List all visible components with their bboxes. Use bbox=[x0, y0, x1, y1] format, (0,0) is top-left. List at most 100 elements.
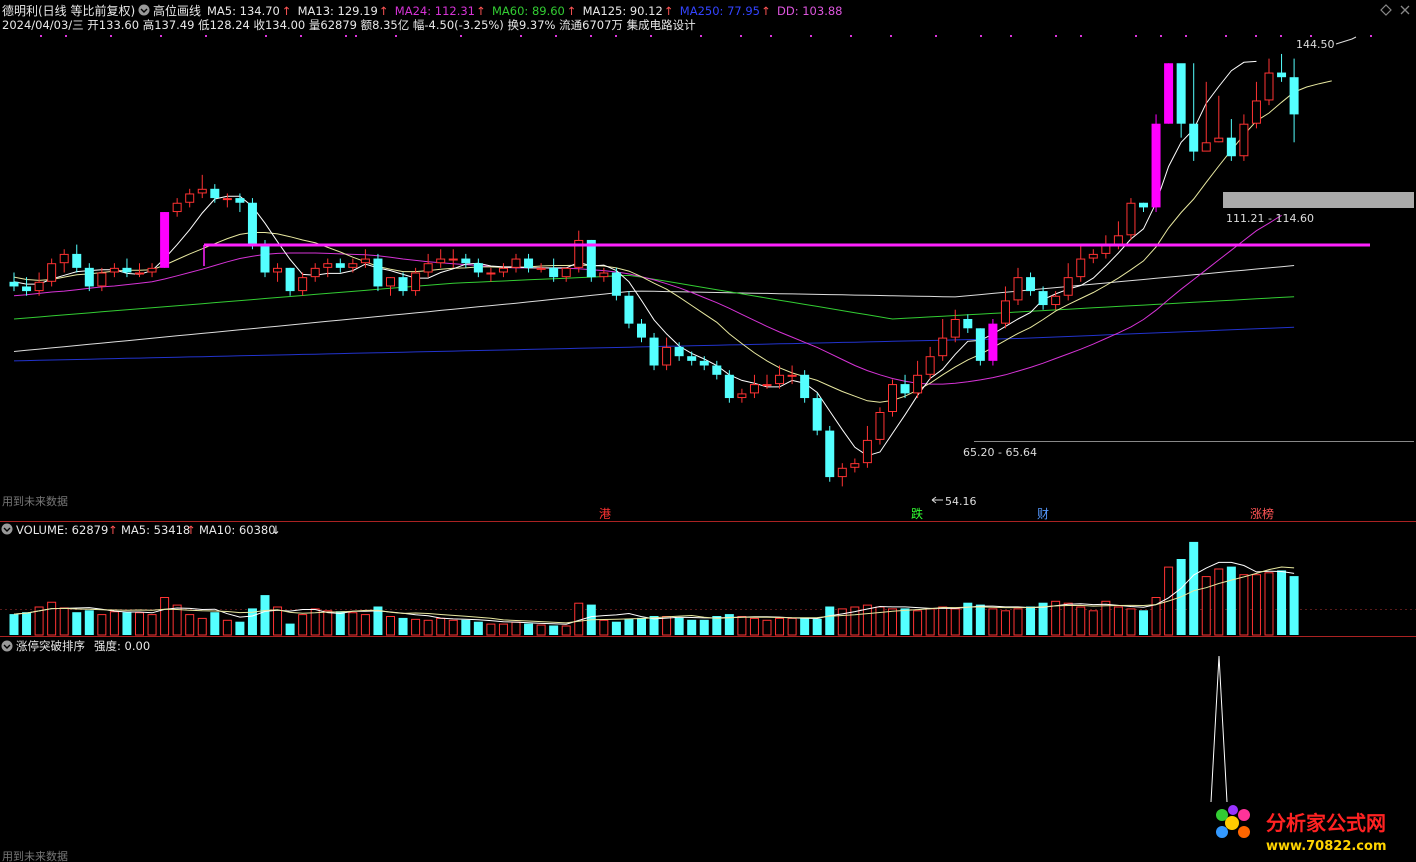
volume-bar bbox=[825, 606, 835, 635]
candle-body bbox=[1214, 137, 1224, 143]
candle-body bbox=[1151, 123, 1161, 208]
candle-body bbox=[160, 212, 170, 268]
volume-bar bbox=[1076, 606, 1086, 636]
candle-body bbox=[172, 202, 182, 213]
candle-body bbox=[109, 267, 119, 273]
candle-body bbox=[1063, 277, 1073, 296]
volume-chevron-icon[interactable] bbox=[1, 523, 13, 535]
candle-body bbox=[963, 319, 973, 329]
volume-bar bbox=[1264, 572, 1274, 636]
candle-body bbox=[1264, 72, 1274, 101]
volume-bar bbox=[323, 610, 333, 636]
volume-bar bbox=[109, 611, 119, 636]
ma-legend: MA5: 134.70 ↑ MA13: 129.19 ↑ MA24: 112.31 ↑ MA… bbox=[207, 4, 842, 18]
candle-body bbox=[147, 267, 157, 273]
volume-bar bbox=[84, 610, 94, 635]
indicator-chevron-icon[interactable] bbox=[1, 640, 13, 652]
formula-name: 高位画线 bbox=[153, 3, 201, 18]
signal-dot bbox=[1225, 35, 1227, 37]
candle-body bbox=[1051, 295, 1061, 306]
candle-body bbox=[1088, 253, 1098, 259]
candle-body bbox=[762, 384, 772, 387]
volume-bar bbox=[1013, 608, 1023, 636]
candle-body bbox=[247, 202, 257, 245]
volume-bar bbox=[875, 606, 885, 636]
volume-bar bbox=[1113, 606, 1123, 636]
ma-legend-item: MA5: 134.70 bbox=[207, 4, 280, 18]
volume-bar bbox=[888, 608, 897, 636]
candle-body bbox=[637, 323, 646, 338]
signal-dot bbox=[980, 35, 982, 37]
candle-body bbox=[1113, 235, 1123, 245]
candle-body bbox=[800, 374, 810, 399]
volume-bar bbox=[335, 611, 345, 635]
signal-dot bbox=[890, 35, 892, 37]
volume-bar bbox=[1063, 602, 1073, 636]
volume-bar bbox=[260, 595, 270, 635]
stock-title: 德明利(日线 等比前复权) bbox=[2, 3, 135, 18]
candle-body bbox=[411, 272, 421, 292]
candle-body bbox=[84, 267, 94, 287]
volume-bar bbox=[662, 616, 672, 636]
volume-bar bbox=[561, 625, 571, 636]
candle-body bbox=[210, 188, 220, 199]
volume-bar bbox=[273, 606, 283, 636]
candle-body bbox=[561, 267, 571, 278]
volume-bar bbox=[699, 619, 709, 635]
tag-gainers[interactable]: 涨榜 bbox=[1250, 506, 1274, 521]
signal-dot bbox=[1255, 35, 1257, 37]
candle-body bbox=[398, 277, 408, 292]
candle-body bbox=[386, 277, 395, 287]
signal-dot bbox=[1280, 35, 1282, 37]
volume-bar bbox=[498, 623, 508, 636]
candle-body bbox=[1038, 291, 1048, 306]
candle-body bbox=[72, 253, 82, 268]
candle-body bbox=[448, 258, 458, 261]
signal-dot bbox=[1080, 35, 1082, 37]
tag-drop[interactable]: 跌 bbox=[911, 506, 923, 521]
volume-bar bbox=[398, 617, 408, 635]
candle-body bbox=[1251, 100, 1261, 124]
candle-body bbox=[812, 398, 822, 431]
candle-body bbox=[674, 346, 684, 357]
high-price-label: 144.50 bbox=[1296, 38, 1335, 51]
candle-body bbox=[825, 430, 835, 478]
candle-body bbox=[699, 360, 709, 366]
candle-body bbox=[1189, 123, 1199, 152]
formula-chevron-icon[interactable] bbox=[138, 4, 150, 16]
volume-bar bbox=[624, 618, 634, 635]
candle-body bbox=[97, 272, 107, 287]
candle-body bbox=[498, 267, 508, 273]
signal-dot bbox=[850, 35, 852, 37]
signal-dot bbox=[40, 35, 42, 37]
volume-bar bbox=[298, 614, 308, 636]
volume-bar bbox=[47, 601, 57, 636]
volume-bar bbox=[1126, 608, 1136, 636]
signal-dot bbox=[395, 35, 397, 37]
volume-bar bbox=[737, 616, 747, 636]
volume-bar bbox=[687, 619, 697, 635]
indicator-value: 强度: 0.00 bbox=[94, 639, 150, 653]
volume-bar bbox=[160, 597, 170, 636]
tag-hk-connect[interactable]: 港 bbox=[599, 507, 611, 521]
volume-bar bbox=[122, 612, 132, 635]
candle-body bbox=[298, 277, 308, 292]
chart-canvas[interactable]: 德明利(日线 等比前复权) 高位画线 MA5: 134.70 ↑ MA13: 129… bbox=[0, 0, 1416, 862]
candle-body bbox=[22, 286, 32, 292]
candle-body bbox=[1026, 277, 1036, 292]
candle-body bbox=[260, 244, 270, 273]
signal-dot bbox=[265, 35, 267, 37]
tag-finance[interactable]: 财 bbox=[1037, 507, 1049, 521]
volume-bar bbox=[1189, 541, 1199, 635]
volume-bar bbox=[1201, 576, 1211, 636]
volume-ma5: MA5: 53418 bbox=[121, 523, 190, 537]
volume-bar bbox=[222, 619, 232, 636]
candle-body bbox=[1289, 77, 1299, 115]
volume-label: VOLUME: 62879 bbox=[16, 523, 108, 537]
volume-bar bbox=[210, 612, 220, 635]
volume-bar bbox=[461, 619, 471, 635]
candle-body bbox=[888, 384, 897, 413]
ma-legend-item: MA60: 89.60 bbox=[492, 4, 565, 18]
signal-dot bbox=[555, 35, 557, 37]
volume-bar bbox=[97, 614, 107, 636]
